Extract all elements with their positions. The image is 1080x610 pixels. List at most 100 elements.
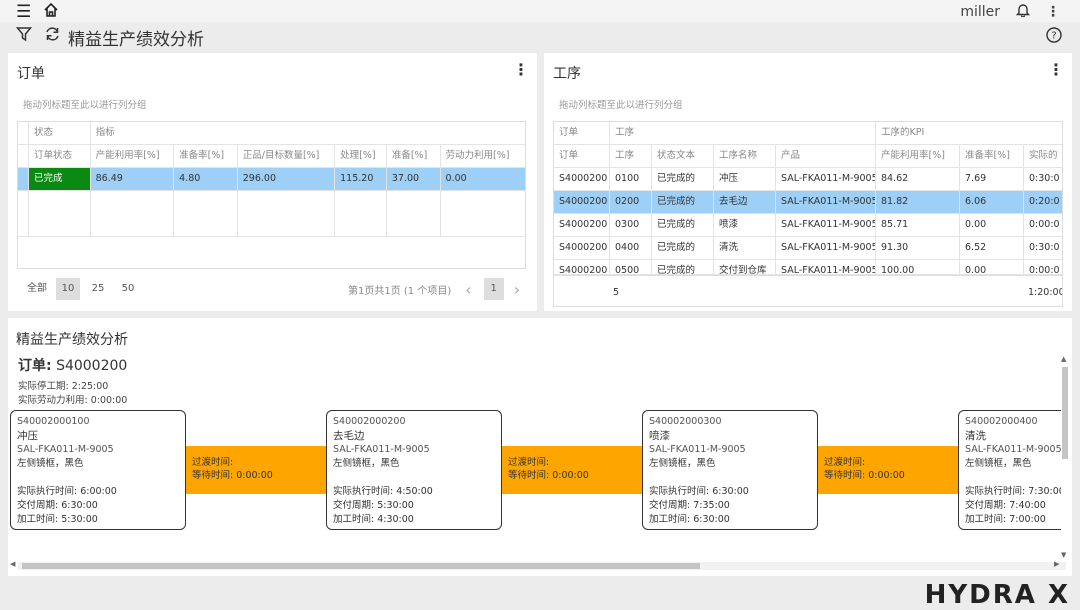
filter-icon[interactable] [15, 26, 33, 47]
group-header[interactable]: 订单 [554, 122, 610, 144]
column-header[interactable]: 正品/目标数量[%] [238, 145, 336, 167]
order-label: 订单: [18, 358, 52, 374]
operation-id: S40002000100 [17, 416, 90, 427]
table-cell: S4000200 [554, 191, 610, 213]
column-header[interactable]: 状态文本 [652, 145, 714, 167]
orders-more-vert-icon[interactable]: ⋮ [513, 60, 529, 79]
operation-name: 喷漆 [649, 430, 670, 442]
labor-text: 实际劳动力利用: 0:00:00 [18, 395, 128, 406]
table-cell: 已完成的 [652, 214, 714, 236]
column-header[interactable]: 准备[%] [387, 145, 441, 167]
column-header[interactable]: 劳动力利用[%] [441, 145, 525, 167]
operation-desc: 左侧镜框，黑色 [333, 458, 400, 469]
column-header[interactable]: 工序名称 [714, 145, 776, 167]
column-header-row: 订单状态 产能利用率[%] 准备率[%] 正品/目标数量[%] 处理[%] 准备… [18, 145, 525, 168]
scroll-right-icon[interactable]: ▶ [1054, 560, 1059, 568]
scroll-left-icon[interactable]: ◀ [10, 560, 15, 568]
operation-product: SAL-FKA011-M-9005 [17, 444, 114, 455]
more-vert-icon[interactable]: ⋮ [1046, 4, 1060, 20]
table-row[interactable]: S4000200 0100 已完成的 冲压 SAL-FKA011-M-9005 … [554, 168, 1062, 191]
page-size-25[interactable]: 25 [86, 278, 110, 300]
operation-cycle: 交付周期: 7:40:00 [965, 500, 1046, 511]
table-cell: SAL-FKA011-M-9005 [776, 191, 876, 213]
analysis-panel-title: 精益生产绩效分析 [16, 332, 128, 348]
table-row[interactable]: S4000200 0500 已完成的 交付到仓库 SAL-FKA011-M-90… [554, 260, 1062, 275]
group-header[interactable]: 工序 [610, 122, 876, 144]
home-icon[interactable] [43, 2, 59, 23]
bell-icon[interactable] [1015, 2, 1031, 21]
orders-grid: 状态 指标 订单状态 产能利用率[%] 准备率[%] 正品/目标数量[%] 处理… [17, 121, 526, 269]
operation-proc: 加工时间: 5:30:00 [17, 514, 98, 525]
table-cell: 0:00:0 [1029, 219, 1060, 230]
column-header[interactable]: 准备率[%] [960, 145, 1024, 167]
column-header[interactable]: 处理[%] [335, 145, 387, 167]
operation-card[interactable]: S40002000200 去毛边 SAL-FKA011-M-9005 左侧镜框，… [326, 410, 502, 530]
scroll-down-icon[interactable]: ▼ [1061, 551, 1066, 559]
column-header[interactable]: 订单 [554, 145, 610, 167]
operations-more-vert-icon[interactable]: ⋮ [1048, 60, 1064, 79]
group-header[interactable]: 指标 [91, 122, 525, 144]
transition-bar: 过渡时间: 等待时间: 0:00:00 [502, 446, 644, 494]
column-header[interactable]: 工序 [610, 145, 652, 167]
column-header[interactable]: 实际的 [1024, 145, 1062, 167]
column-header[interactable]: 准备率[%] [174, 145, 238, 167]
table-row[interactable]: 已完成 86.49 4.80 296.00 115.20 37.00 0.00 [18, 168, 525, 191]
horizontal-scrollbar[interactable]: ◀ ▶ [10, 560, 1066, 570]
user-name[interactable]: miller [960, 4, 1000, 20]
operation-product: SAL-FKA011-M-9005 [333, 444, 430, 455]
scroll-thumb[interactable] [1062, 367, 1068, 459]
page-title: 精益生产绩效分析 [68, 30, 204, 50]
operation-card[interactable]: S40002000300 喷漆 SAL-FKA011-M-9005 左侧镜框，黑… [642, 410, 818, 530]
operation-desc: 左侧镜框，黑色 [965, 458, 1032, 469]
table-cell: 37.00 [387, 168, 441, 190]
table-cell: SAL-FKA011-M-9005 [776, 237, 876, 259]
scroll-thumb[interactable] [22, 563, 700, 569]
column-header[interactable]: 产能利用率[%] [91, 145, 175, 167]
column-header[interactable]: 订单状态 [29, 145, 91, 167]
page-size-all[interactable]: 全部 [22, 278, 52, 300]
table-row[interactable]: S4000200 0300 已完成的 喷漆 SAL-FKA011-M-9005 … [554, 214, 1062, 237]
table-cell: 0200 [610, 191, 652, 213]
operations-grid: 订单 工序 工序的KPI 订单 工序 状态文本 工序名称 产品 产能利用率[%]… [553, 121, 1063, 307]
page-size-50[interactable]: 50 [116, 278, 140, 300]
help-icon[interactable]: ? [1046, 27, 1062, 48]
vertical-scrollbar[interactable]: ▲ ▼ [1061, 355, 1069, 566]
column-header[interactable]: 产能利用率[%] [876, 145, 960, 167]
operation-card[interactable]: S40002000100 冲压 SAL-FKA011-M-9005 左侧镜框，黑… [10, 410, 186, 530]
operation-cycle: 交付周期: 7:35:00 [649, 500, 730, 511]
page-header: 精益生产绩效分析 ? [0, 22, 1080, 50]
refresh-icon[interactable] [44, 26, 61, 47]
transition-label: 过渡时间: [824, 457, 866, 468]
page-size-10[interactable]: 10 [56, 278, 80, 300]
group-header[interactable]: 状态 [29, 122, 91, 144]
chevron-left-icon[interactable]: ‹ [465, 280, 471, 299]
footer-time: 1:20:00 [1028, 287, 1063, 298]
table-row[interactable]: S4000200 0400 已完成的 清洗 SAL-FKA011-M-9005 … [554, 237, 1062, 260]
table-cell: 0:00:0 [1029, 265, 1060, 274]
table-cell: 喷漆 [714, 214, 776, 236]
group-header[interactable]: 工序的KPI [876, 122, 1062, 144]
orders-panel-title: 订单 [17, 66, 45, 82]
operation-proc: 加工时间: 4:30:00 [333, 514, 414, 525]
transition-bar: 过渡时间: 等待时间: 0:00:00 [186, 446, 328, 494]
operations-panel: 工序 ⋮ 拖动列标题至此以进行列分组 订单 工序 工序的KPI 订单 工序 状态… [544, 53, 1072, 311]
hamburger-menu-icon[interactable]: ☰ [16, 2, 31, 23]
page-number[interactable]: 1 [483, 278, 504, 300]
table-cell: 85.71 [876, 214, 960, 236]
table-row[interactable]: S4000200 0200 已完成的 去毛边 SAL-FKA011-M-9005… [554, 191, 1062, 214]
chevron-right-icon[interactable]: › [514, 280, 520, 299]
transition-wait: 等待时间: 0:00:00 [824, 470, 905, 481]
grid-footer: 5 1:20:00 [554, 275, 1063, 306]
operation-card[interactable]: S40002000400 清洗 SAL-FKA011-M-9005 左侧镜框，黑… [958, 410, 1061, 530]
scroll-up-icon[interactable]: ▲ [1061, 355, 1066, 363]
group-header-row: 订单 工序 工序的KPI [554, 122, 1062, 145]
table-cell: 交付到仓库 [714, 260, 776, 274]
transition-label: 过渡时间: [508, 457, 550, 468]
empty-row [18, 191, 525, 237]
table-cell: 0400 [610, 237, 652, 259]
operation-name: 清洗 [965, 430, 986, 442]
operation-product: SAL-FKA011-M-9005 [649, 444, 746, 455]
operations-panel-title: 工序 [553, 66, 581, 82]
table-cell: SAL-FKA011-M-9005 [776, 168, 876, 190]
column-header[interactable]: 产品 [776, 145, 876, 167]
